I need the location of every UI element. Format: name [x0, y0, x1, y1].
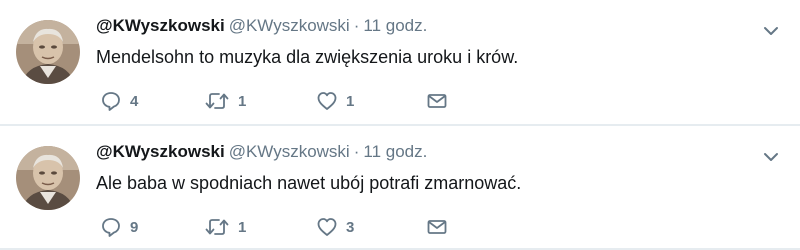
chevron-down-icon[interactable]: [762, 22, 780, 40]
tweet-header: @KWyszkowski @KWyszkowski · 11 godz.: [96, 141, 427, 163]
reply-icon: [102, 92, 120, 111]
heart-icon: [317, 92, 337, 110]
timestamp[interactable]: 11 godz.: [363, 16, 427, 35]
heart-icon: [317, 218, 337, 236]
tweet-feed: @KWyszkowski @KWyszkowski · 11 godz. Mendel…: [0, 0, 800, 250]
retweet-count: 1: [238, 218, 247, 236]
separator-dot: ·: [353, 16, 360, 35]
retweet-button[interactable]: 1: [204, 214, 246, 240]
reply-count: 4: [130, 92, 139, 110]
direct-message-button[interactable]: [426, 214, 448, 240]
retweet-icon: [205, 93, 229, 109]
retweet-count: 1: [238, 92, 247, 110]
user-handle[interactable]: @KWyszkowski: [229, 16, 350, 35]
chevron-down-icon[interactable]: [762, 148, 780, 166]
like-count: 3: [346, 218, 355, 236]
tweet-header: @KWyszkowski @KWyszkowski · 11 godz.: [96, 15, 427, 37]
envelope-icon: [427, 94, 447, 108]
reply-button[interactable]: 4: [100, 88, 138, 114]
direct-message-button[interactable]: [426, 88, 448, 114]
display-name[interactable]: @KWyszkowski: [96, 142, 225, 161]
like-button[interactable]: 1: [316, 88, 354, 114]
tweet-text: Mendelsohn to muzyka dla zwiększenia uro…: [96, 47, 519, 67]
envelope-icon: [427, 220, 447, 234]
avatar[interactable]: [16, 146, 80, 210]
reply-count: 9: [130, 218, 139, 236]
like-count: 1: [346, 92, 355, 110]
display-name[interactable]: @KWyszkowski: [96, 16, 225, 35]
reply-icon: [102, 218, 120, 237]
like-button[interactable]: 3: [316, 214, 354, 240]
reply-button[interactable]: 9: [100, 214, 138, 240]
retweet-button[interactable]: 1: [204, 88, 246, 114]
tweet-actions: 4 1 1: [96, 88, 476, 114]
tweet-actions: 9 1 3: [96, 214, 476, 240]
user-handle[interactable]: @KWyszkowski: [229, 142, 350, 161]
separator-dot: ·: [353, 142, 360, 161]
tweet[interactable]: @KWyszkowski @KWyszkowski · 11 godz. Ale ba…: [0, 126, 800, 250]
tweet-text: Ale baba w spodniach nawet ubój potrafi …: [96, 173, 522, 193]
timestamp[interactable]: 11 godz.: [363, 142, 427, 161]
avatar[interactable]: [16, 20, 80, 84]
tweet[interactable]: @KWyszkowski @KWyszkowski · 11 godz. Mendel…: [0, 0, 800, 126]
retweet-icon: [205, 219, 229, 235]
